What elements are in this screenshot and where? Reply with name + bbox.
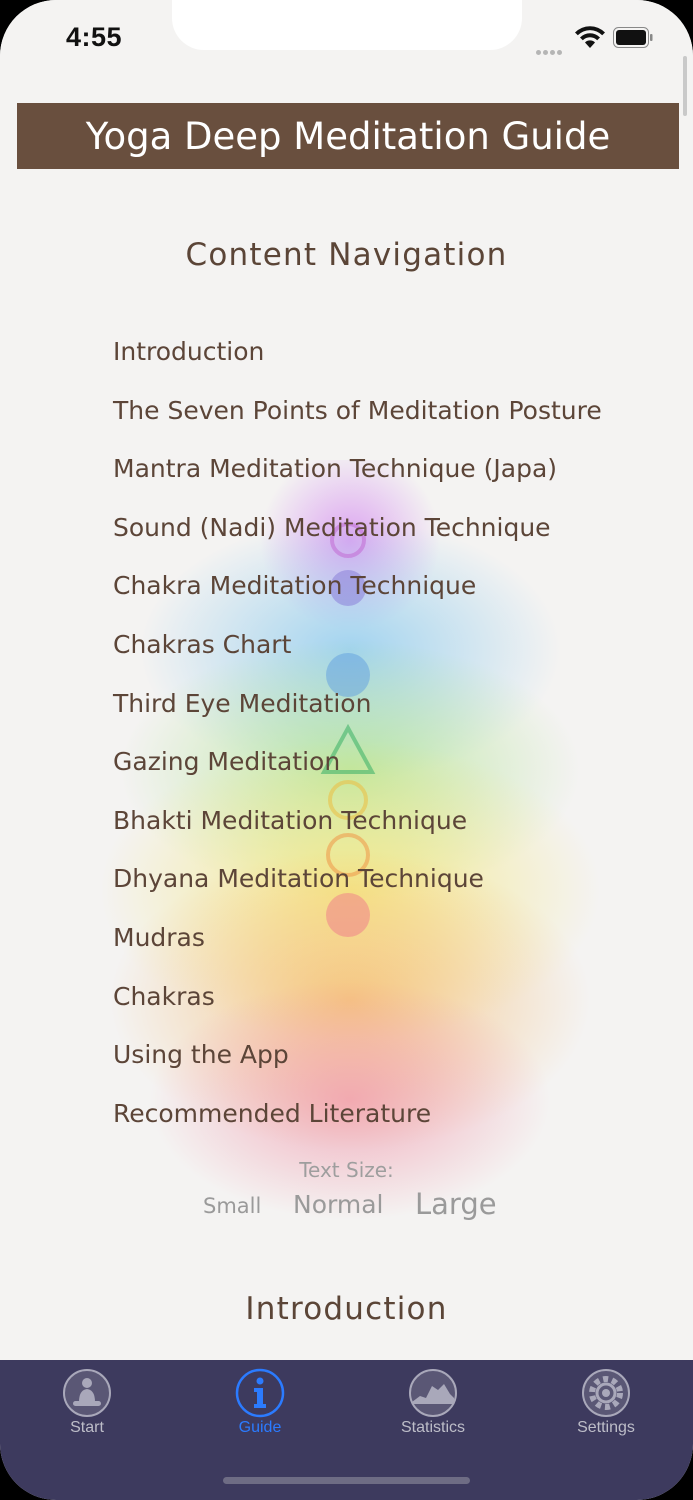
content-navigation-title: Content Navigation xyxy=(185,237,508,273)
tab-start[interactable]: Start xyxy=(27,1368,147,1448)
cellular-signal-icon xyxy=(536,42,564,60)
page-header: Yoga Deep Meditation Guide xyxy=(17,103,679,169)
tab-statistics-label: Statistics xyxy=(400,1419,465,1436)
content-navigation-list: Introduction The Seven Points of Meditat… xyxy=(113,336,602,1156)
gear-icon xyxy=(582,1369,630,1417)
text-size-normal-button[interactable]: Normal xyxy=(293,1190,383,1219)
tab-start-label: Start xyxy=(70,1419,104,1436)
tab-statistics[interactable]: Statistics xyxy=(373,1368,493,1448)
meditation-icon xyxy=(63,1369,111,1417)
nav-item-introduction[interactable]: Introduction xyxy=(113,336,602,395)
nav-item-mudras[interactable]: Mudras xyxy=(113,922,602,981)
introduction-heading: Introduction xyxy=(245,1291,448,1327)
status-bar: 4:55 xyxy=(0,0,693,74)
text-size-large-button[interactable]: Large xyxy=(415,1187,497,1221)
notch xyxy=(172,0,522,50)
nav-item-recommended-literature[interactable]: Recommended Literature xyxy=(113,1098,602,1157)
wifi-icon xyxy=(575,26,605,48)
nav-item-third-eye-meditation[interactable]: Third Eye Meditation xyxy=(113,688,602,747)
tab-settings-label: Settings xyxy=(577,1419,635,1436)
text-size-label: Text Size: xyxy=(299,1158,394,1182)
nav-item-chakras-chart[interactable]: Chakras Chart xyxy=(113,629,602,688)
page-title: Yoga Deep Meditation Guide xyxy=(85,114,611,158)
nav-item-using-the-app[interactable]: Using the App xyxy=(113,1039,602,1098)
phone-screen: 4:55 Yoga Deep Meditation Guide Content … xyxy=(0,0,693,1500)
nav-item-sound-meditation[interactable]: Sound (Nadi) Meditation Technique xyxy=(113,512,602,571)
content-area: Content Navigation Introduction The Seve… xyxy=(0,170,693,1360)
nav-item-bhakti-meditation[interactable]: Bhakti Meditation Technique xyxy=(113,805,602,864)
status-time: 4:55 xyxy=(66,22,123,52)
nav-item-chakras[interactable]: Chakras xyxy=(113,981,602,1040)
nav-item-gazing-meditation[interactable]: Gazing Meditation xyxy=(113,746,602,805)
battery-icon xyxy=(613,27,653,48)
home-indicator[interactable] xyxy=(223,1477,470,1484)
scrollbar[interactable] xyxy=(683,56,687,116)
tab-guide-label: Guide xyxy=(238,1419,282,1436)
nav-item-dhyana-meditation[interactable]: Dhyana Meditation Technique xyxy=(113,863,602,922)
nav-item-chakra-meditation[interactable]: Chakra Meditation Technique xyxy=(113,570,602,629)
nav-item-meditation-posture[interactable]: The Seven Points of Meditation Posture xyxy=(113,395,602,454)
info-icon xyxy=(235,1368,285,1418)
tab-guide[interactable]: Guide xyxy=(200,1368,320,1448)
nav-item-mantra-meditation[interactable]: Mantra Meditation Technique (Japa) xyxy=(113,453,602,512)
statistics-icon xyxy=(409,1369,457,1417)
text-size-small-button[interactable]: Small xyxy=(203,1194,261,1218)
tab-settings[interactable]: Settings xyxy=(546,1368,666,1448)
